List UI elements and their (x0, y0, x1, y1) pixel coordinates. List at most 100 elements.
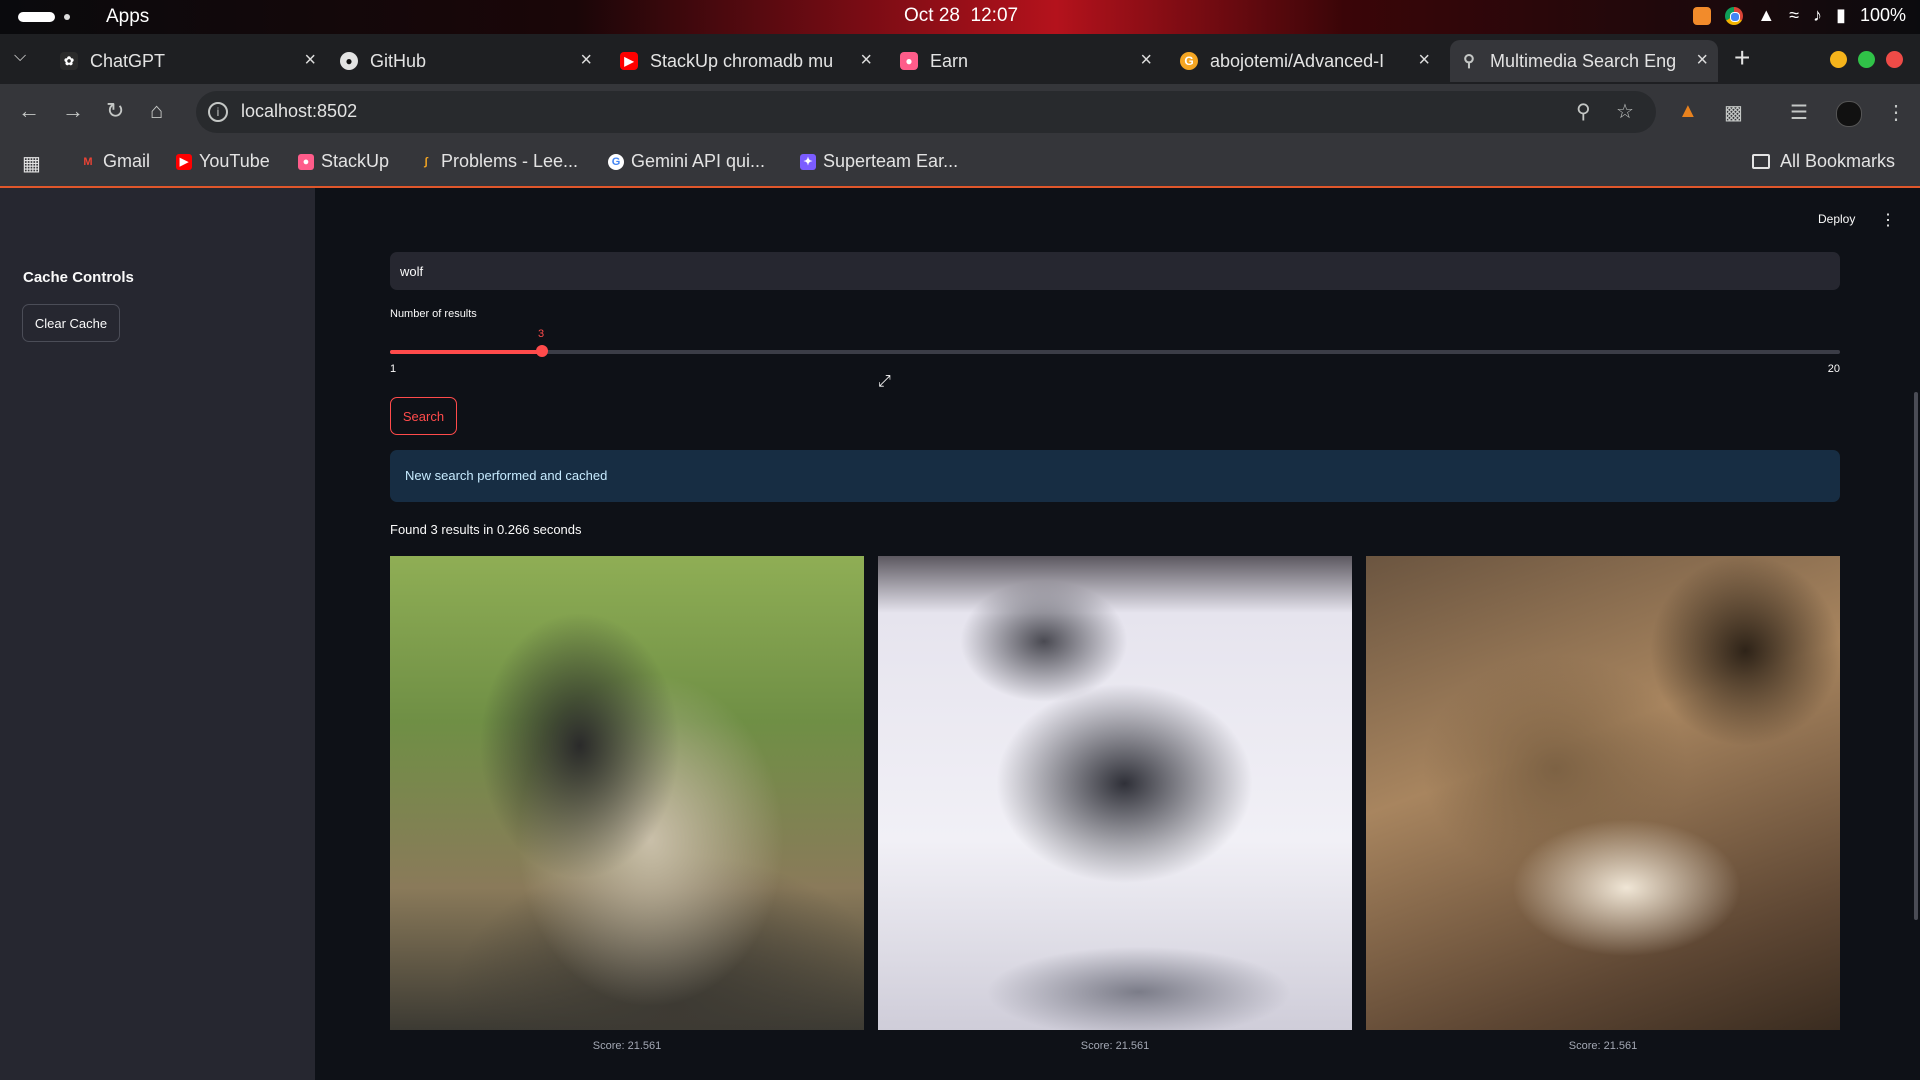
slider-fill (390, 350, 542, 354)
browser-menu-icon[interactable]: ⋮ (1886, 100, 1906, 125)
workspace-indicator[interactable] (18, 12, 55, 22)
tab-earn[interactable]: ● Earn × (900, 40, 1152, 82)
results-slider[interactable]: 3 (390, 328, 1840, 357)
workspace-dot[interactable] (64, 14, 70, 20)
bookmark-gmail[interactable]: M Gmail (80, 151, 150, 172)
chrome-tray-icon[interactable] (1725, 6, 1744, 25)
os-top-bar: Apps Oct 28 12:07 ▲ ≈ ♪ ▮ 100% (0, 0, 1920, 34)
page-scrollbar[interactable] (1914, 392, 1918, 920)
stackup-icon: ● (298, 153, 314, 170)
close-tab-icon[interactable]: × (304, 49, 316, 72)
tab-search-dropdown-icon[interactable]: ⌵ (14, 48, 26, 66)
youtube-icon: ▶ (176, 153, 192, 170)
result-score: Score: 21.561 (592, 1040, 662, 1052)
bookmark-label: StackUp (321, 151, 390, 171)
back-icon[interactable]: ← (18, 98, 40, 124)
tab-abojotemi[interactable]: G abojotemi/Advanced-I × (1180, 40, 1430, 82)
result-card: Score: 21.561 (1366, 556, 1840, 1052)
fullscreen-icon[interactable]: ⤢ (878, 373, 891, 391)
bookmark-label: Gmail (103, 151, 151, 171)
tab-strip: ⌵ ✿ ChatGPT × ● GitHub × ▶ StackUp chrom… (0, 34, 1920, 84)
folder-icon (1752, 154, 1770, 169)
result-image-wolf-closeup[interactable] (1366, 556, 1840, 1030)
bookmark-label: YouTube (199, 151, 270, 171)
battery-percent: 100% (1859, 5, 1906, 25)
slider-thumb[interactable] (536, 345, 548, 357)
clock-date: Oct 28 (904, 5, 960, 26)
site-info-icon[interactable]: i (208, 102, 228, 122)
close-tab-icon[interactable]: × (1140, 49, 1152, 72)
home-icon[interactable]: ⌂ (150, 98, 163, 124)
address-bar[interactable]: i localhost:8502 ⚲ ☆ (196, 91, 1656, 133)
superteam-icon: ✦ (800, 153, 816, 170)
tab-chatgpt[interactable]: ✿ ChatGPT × (60, 40, 316, 82)
result-card: Score: 21.561 (390, 556, 864, 1052)
git-icon: G (1180, 52, 1198, 70)
all-bookmarks-label: All Bookmarks (1780, 151, 1896, 171)
tab-title: GitHub (370, 50, 427, 71)
slider-label: Number of results (390, 308, 477, 320)
profile-avatar[interactable] (1836, 101, 1862, 127)
chatgpt-icon: ✿ (60, 52, 78, 70)
extensions-icon[interactable]: ▩ (1724, 100, 1743, 125)
apps-grid-icon[interactable]: ▦ (22, 151, 41, 176)
leetcode-icon: ∫ (424, 155, 428, 168)
close-tab-icon[interactable]: × (580, 49, 592, 72)
slider-max: 20 (1827, 363, 1840, 375)
new-tab-button[interactable]: + (1734, 42, 1750, 74)
tab-title: Multimedia Search Eng (1490, 50, 1677, 71)
clear-cache-button[interactable]: Clear Cache (22, 304, 120, 342)
system-tray[interactable]: ▲ ≈ ♪ ▮ 100% (1693, 5, 1906, 26)
bookmark-superteam[interactable]: ✦ Superteam Ear... (800, 151, 958, 172)
tab-stackup-youtube[interactable]: ▶ StackUp chromadb mu × (620, 40, 872, 82)
all-bookmarks-folder[interactable]: All Bookmarks (1752, 151, 1895, 172)
clock[interactable]: Oct 28 12:07 (904, 5, 1018, 27)
bookmark-leetcode[interactable]: ∫ Problems - Lee... (418, 151, 578, 172)
tab-github[interactable]: ● GitHub × (340, 40, 592, 82)
bookmark-label: Superteam Ear... (823, 151, 959, 171)
notification-icon[interactable]: ▲ (1757, 5, 1775, 26)
wifi-icon[interactable]: ≈ (1789, 5, 1799, 26)
clock-time: 12:07 (970, 5, 1019, 26)
result-image-howling-wolf[interactable] (390, 556, 864, 1030)
close-window-button[interactable] (1886, 51, 1903, 68)
info-alert: New search performed and cached (390, 450, 1840, 502)
bookmark-youtube[interactable]: ▶ YouTube (176, 151, 270, 172)
bookmark-stackup[interactable]: ● StackUp (298, 151, 389, 172)
url-text[interactable]: localhost:8502 (241, 101, 357, 122)
slider-min: 1 (390, 363, 397, 375)
github-icon: ● (340, 52, 358, 70)
close-tab-icon[interactable]: × (860, 49, 872, 72)
close-tab-icon[interactable]: × (1696, 49, 1708, 72)
search-button[interactable]: Search (390, 397, 457, 435)
app-indicator-icon[interactable] (1693, 6, 1712, 25)
tab-multimedia-search[interactable]: ⚲ Multimedia Search Eng × (1450, 40, 1718, 82)
metamask-extension-icon[interactable]: ▲ (1678, 100, 1698, 123)
forward-icon[interactable]: → (62, 98, 84, 124)
volume-icon[interactable]: ♪ (1813, 5, 1822, 26)
apps-menu[interactable]: Apps (106, 6, 149, 28)
search-input[interactable] (390, 252, 1840, 290)
sidebar-heading: Cache Controls (23, 269, 134, 286)
result-image-wolf-in-snow[interactable] (878, 556, 1352, 1030)
bookmark-gemini[interactable]: G Gemini API qui... (608, 151, 765, 172)
sidebar: Cache Controls Clear Cache (0, 188, 315, 1080)
maximize-window-button[interactable] (1858, 51, 1875, 68)
main-content: Number of results 3 1 20 Search New sear… (390, 188, 1840, 1080)
browser-toolbar: ← → ↻ ⌂ i localhost:8502 ⚲ ☆ ▲ ▩ ☰ ⋮ (0, 84, 1920, 142)
search-icon: ⚲ (1463, 53, 1475, 70)
alert-text: New search performed and cached (405, 468, 608, 483)
bookmark-label: Problems - Lee... (441, 151, 579, 171)
battery-icon[interactable]: ▮ (1836, 5, 1846, 26)
bookmark-star-icon[interactable]: ☆ (1616, 99, 1634, 124)
result-score: Score: 21.561 (1568, 1040, 1638, 1052)
slider-value: 3 (538, 328, 545, 340)
minimize-window-button[interactable] (1830, 51, 1847, 68)
reload-icon[interactable]: ↻ (106, 98, 124, 124)
media-controls-icon[interactable]: ☰ (1790, 100, 1808, 125)
google-icon: G (608, 153, 624, 170)
app-menu-icon[interactable]: ⋮ (1880, 210, 1896, 230)
zoom-icon[interactable]: ⚲ (1576, 99, 1591, 124)
tab-title: abojotemi/Advanced-I (1210, 50, 1385, 71)
close-tab-icon[interactable]: × (1418, 49, 1430, 72)
